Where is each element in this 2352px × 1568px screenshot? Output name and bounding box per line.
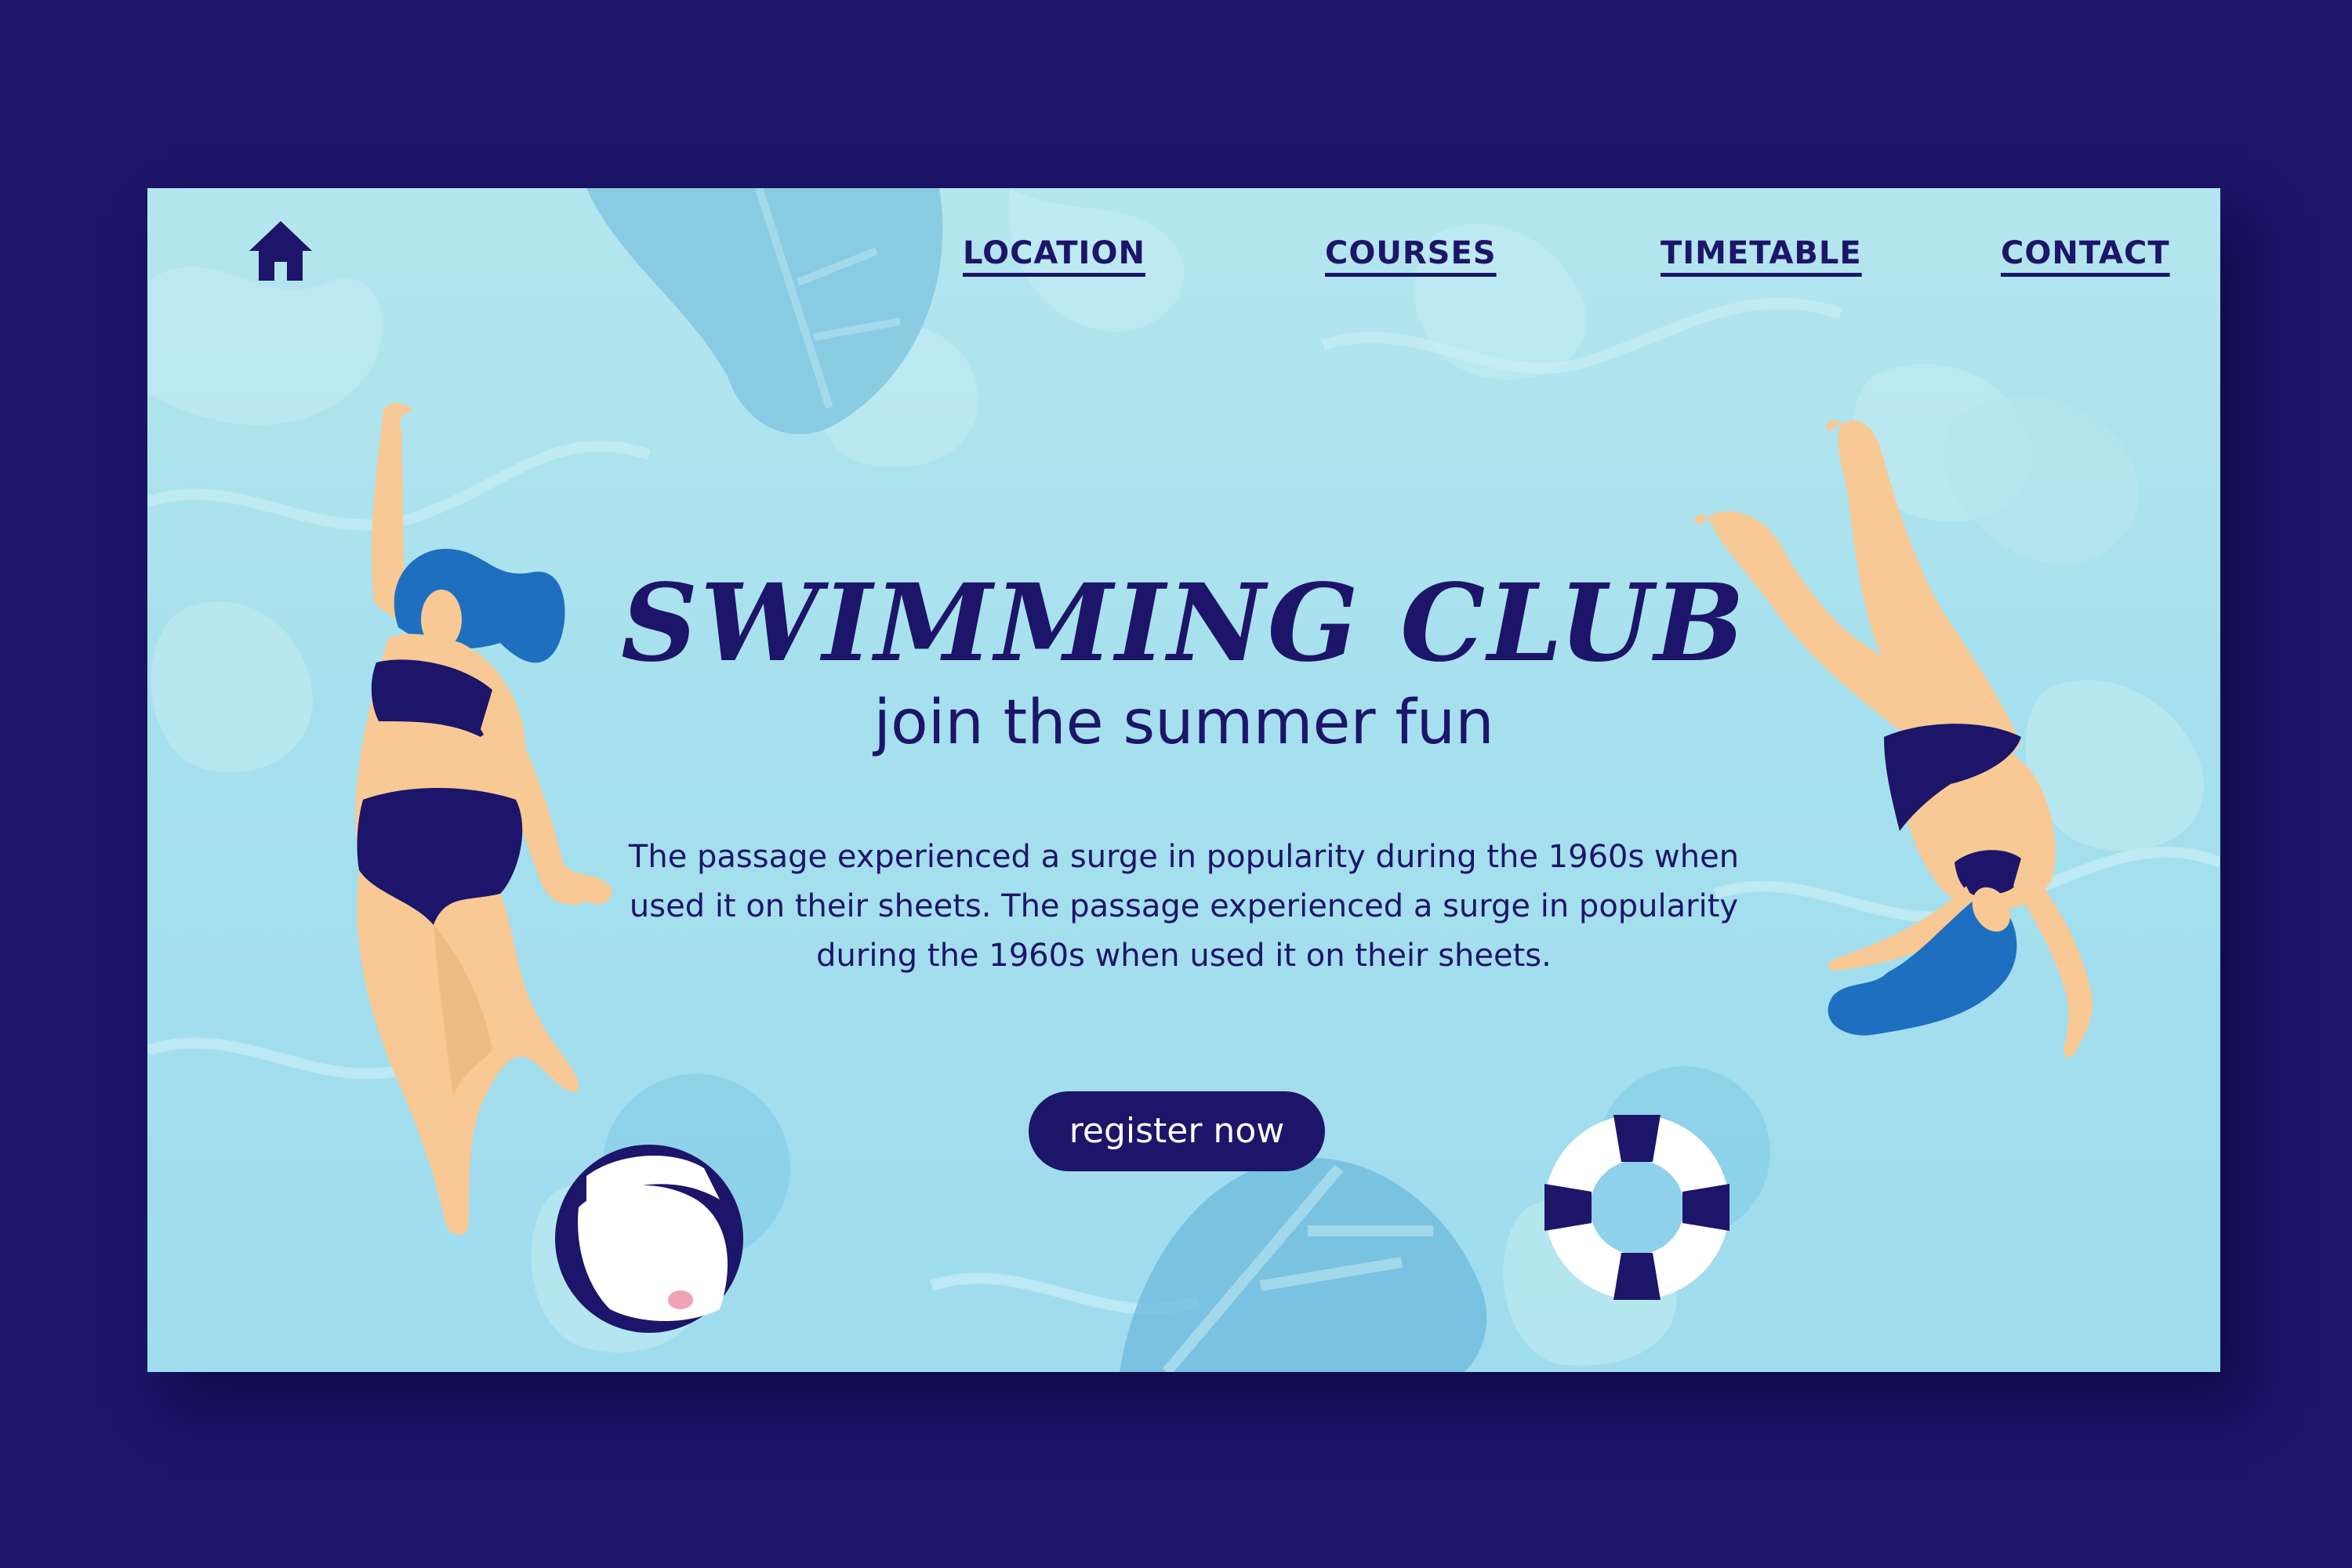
nav-link-contact[interactable]: CONTACT [2001,235,2170,271]
nav-link-location[interactable]: LOCATION [963,235,1145,271]
register-now-button[interactable]: register now [1029,1091,1325,1171]
top-navigation: LOCATION COURSES TIMETABLE CONTACT [147,188,2220,329]
landing-page: LOCATION COURSES TIMETABLE CONTACT SWIMM… [147,188,2220,1372]
nav-link-courses[interactable]: COURSES [1325,235,1497,271]
swimmer-right-illustration [1694,419,2092,1058]
beach-ball-illustration [555,1074,790,1333]
nav-link-timetable[interactable]: TIMETABLE [1661,235,1862,271]
hero-description: The passage experienced a surge in popul… [628,839,1740,974]
home-icon[interactable] [248,220,314,282]
